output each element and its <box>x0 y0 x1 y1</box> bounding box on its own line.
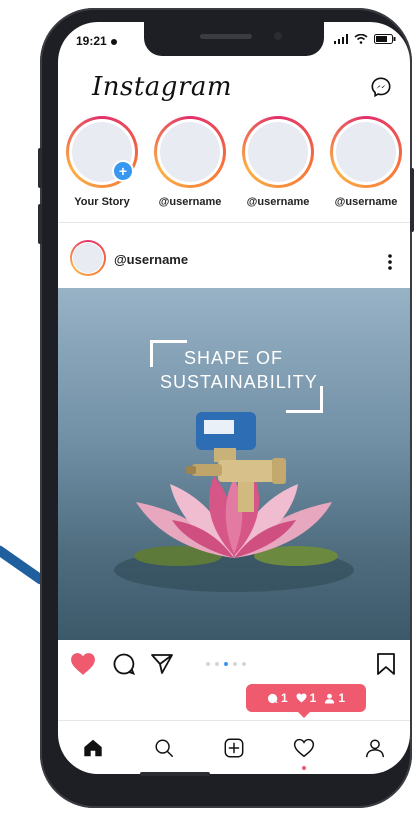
system-icons <box>334 34 396 44</box>
story-ring <box>154 116 226 188</box>
status-bar: 19:21 <box>58 22 410 58</box>
story-your-story[interactable]: + Your Story <box>58 116 146 236</box>
phone-screen: 19:21 Instagram + Your Story @username @… <box>58 22 410 774</box>
post-headline-line1: SHAPE OF <box>184 348 284 368</box>
add-post-icon <box>224 738 244 758</box>
home-icon <box>84 739 102 757</box>
carousel-dot <box>242 662 246 666</box>
nav-search[interactable] <box>144 728 184 768</box>
story-label: @username <box>246 196 310 208</box>
power-button <box>410 168 414 232</box>
speaker <box>200 34 252 39</box>
app-logo: Instagram <box>92 72 233 102</box>
divider <box>58 222 410 223</box>
carousel-dot-active <box>224 662 228 666</box>
nav-new-post[interactable] <box>214 728 254 768</box>
messenger-icon <box>371 77 391 98</box>
story-item[interactable]: @username <box>322 116 410 236</box>
activity-heart-icon <box>294 738 315 758</box>
lotus-product-illustration <box>114 412 354 592</box>
story-label: @username <box>158 196 222 208</box>
avatar <box>160 122 220 182</box>
comment-count: 1 <box>267 691 288 705</box>
nav-profile[interactable] <box>355 728 395 768</box>
story-ring <box>242 116 314 188</box>
share-button[interactable] <box>150 652 174 681</box>
activity-notification-bubble[interactable]: 1 1 1 <box>246 684 366 718</box>
carousel-dot <box>233 662 237 666</box>
post-username[interactable]: @username <box>114 252 188 267</box>
add-story-icon[interactable]: + <box>112 160 134 182</box>
carousel-dot <box>215 662 219 666</box>
comment-button[interactable] <box>112 652 136 681</box>
volume-up-button <box>38 148 42 188</box>
like-button[interactable] <box>70 652 96 681</box>
status-time: 19:21 <box>76 34 117 48</box>
story-item[interactable]: @username <box>146 116 234 236</box>
battery-icon <box>374 34 396 44</box>
save-button[interactable] <box>376 652 396 681</box>
post-header: @username <box>58 232 410 278</box>
more-vertical-icon <box>388 254 392 270</box>
wifi-icon <box>354 34 368 44</box>
messenger-button[interactable] <box>370 76 392 103</box>
carousel-indicator <box>206 662 246 666</box>
bottom-navigation <box>58 720 410 774</box>
carousel-dot <box>206 662 210 666</box>
location-dot-icon <box>110 38 117 45</box>
signal-icon <box>334 34 348 44</box>
post-image[interactable]: SHAPE OF SUSTAINABILITY <box>58 288 410 640</box>
follow-count: 1 <box>324 691 345 705</box>
nav-activity[interactable] <box>284 728 324 770</box>
person-icon <box>325 693 335 704</box>
nav-home[interactable] <box>73 728 113 768</box>
search-icon <box>155 739 173 757</box>
story-ring <box>330 116 402 188</box>
headline-frame-top-left <box>150 340 187 367</box>
story-ring: + <box>66 116 138 188</box>
notch <box>144 22 324 56</box>
story-label: Your Story <box>74 196 130 208</box>
post-headline-line2: SUSTAINABILITY <box>160 372 318 392</box>
comment-bubble-icon <box>267 693 278 703</box>
story-label: @username <box>334 196 398 208</box>
like-heart-icon <box>71 653 95 675</box>
story-item[interactable]: @username <box>234 116 322 236</box>
post-options-button[interactable] <box>388 254 392 275</box>
app-header: Instagram <box>58 66 410 106</box>
heart-icon <box>296 693 307 703</box>
profile-icon <box>365 739 384 758</box>
share-icon <box>151 654 173 674</box>
front-camera <box>274 32 282 40</box>
home-indicator <box>140 772 210 776</box>
post-actions <box>58 646 410 682</box>
avatar <box>73 243 103 273</box>
active-tab-indicator <box>302 766 307 770</box>
comment-icon <box>113 653 136 675</box>
avatar <box>336 122 396 182</box>
volume-down-button <box>38 204 42 244</box>
like-count: 1 <box>296 691 316 705</box>
post-avatar[interactable] <box>70 240 106 276</box>
bookmark-icon <box>377 653 395 675</box>
stories-row: + Your Story @username @username @userna… <box>58 116 410 236</box>
avatar <box>248 122 308 182</box>
